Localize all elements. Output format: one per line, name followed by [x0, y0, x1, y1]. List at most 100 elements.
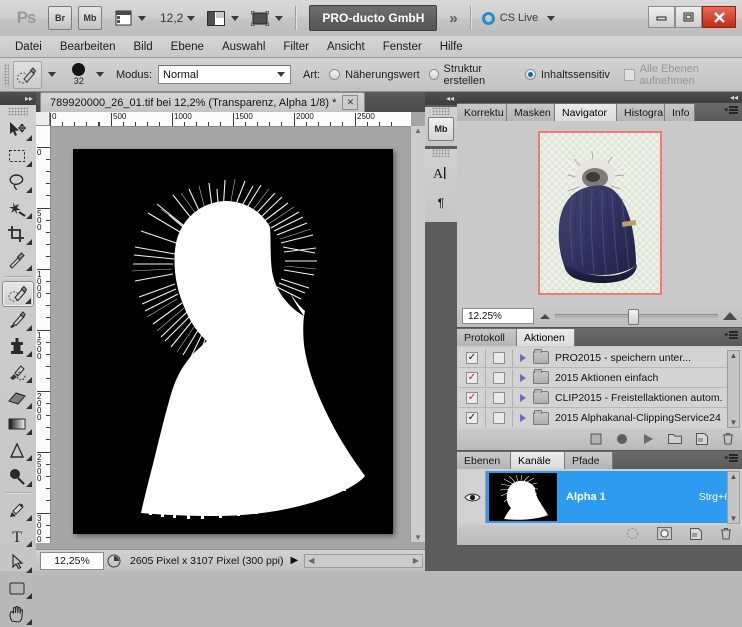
action-toggle-cell[interactable]: ✓ [459, 409, 486, 427]
tab-navigator[interactable]: Navigator [555, 104, 617, 121]
arrange-documents-icon[interactable] [205, 8, 227, 28]
create-new-action-button[interactable] [696, 433, 708, 448]
navigator-zoom-slider[interactable] [540, 309, 737, 323]
action-dialog-cell[interactable] [486, 369, 513, 387]
action-toggle-cell[interactable]: ✓ [459, 389, 486, 407]
blur-tool[interactable] [0, 437, 34, 463]
menu-ebene[interactable]: Ebene [162, 39, 213, 55]
mini-bridge-panel-icon[interactable]: Mb [428, 117, 454, 141]
icon-dock-expand-button[interactable]: ◂◂ [425, 92, 457, 105]
tab-ebenen[interactable]: Ebenen [457, 452, 511, 469]
minimize-button[interactable] [648, 6, 675, 28]
tab-protokoll[interactable]: Protokoll [457, 329, 517, 346]
canvas-alpha-mask[interactable] [73, 149, 393, 534]
tab-histogramm[interactable]: Histogra [617, 104, 665, 121]
action-dialog-cell[interactable] [486, 389, 513, 407]
brush-preset-chevron-down-icon[interactable] [96, 72, 104, 77]
zoom-level-chevron-down-icon[interactable] [187, 16, 195, 21]
action-dialog-checkbox[interactable] [493, 392, 505, 404]
table-row[interactable]: ✓ 2015 Aktionen einfach [459, 368, 740, 388]
cs-live-button[interactable]: CS Live [482, 12, 556, 25]
radio-inhaltssensitiv-control[interactable] [525, 69, 536, 80]
path-selection-tool[interactable] [0, 549, 34, 575]
play-selection-button[interactable] [642, 433, 654, 448]
delete-channel-button[interactable] [720, 527, 732, 543]
pen-tool[interactable] [0, 497, 34, 523]
channel-visibility-toggle[interactable] [459, 471, 486, 523]
action-toggle-checkbox[interactable]: ✓ [466, 392, 478, 404]
action-toggle-checkbox[interactable]: ✓ [466, 352, 478, 364]
rectangle-tool[interactable] [0, 575, 34, 601]
type-panels-grip[interactable] [432, 149, 450, 157]
mode-chevron-down-icon[interactable] [277, 72, 285, 77]
menu-ansicht[interactable]: Ansicht [318, 39, 374, 55]
navigator-zoom-track[interactable] [555, 314, 718, 318]
hand-tool[interactable] [0, 601, 34, 627]
menu-datei[interactable]: Datei [6, 39, 51, 55]
tab-aktionen[interactable]: Aktionen [517, 329, 575, 346]
create-new-channel-button[interactable] [690, 528, 702, 543]
channels-scroll-down-icon[interactable]: ▼ [730, 514, 738, 523]
options-bar-grip[interactable] [4, 64, 9, 86]
action-expand-icon[interactable] [513, 354, 533, 362]
dodge-tool[interactable] [0, 463, 34, 489]
menu-bild[interactable]: Bild [124, 39, 161, 55]
table-row[interactable]: ✓ PRO2015 - speichern unter... [459, 348, 740, 368]
table-row[interactable]: ✓ CLIP2015 - Freistellaktionen autom. [459, 388, 740, 408]
spot-healing-brush-tool[interactable] [2, 281, 34, 307]
table-row[interactable]: ✓ 2015 Alphakanal-ClippingService24 [459, 408, 740, 428]
action-dialog-cell[interactable] [486, 349, 513, 367]
cs-live-chevron-down-icon[interactable] [547, 16, 555, 21]
action-dialog-checkbox[interactable] [493, 412, 505, 424]
action-dialog-cell[interactable] [486, 409, 513, 427]
navigator-zoom-field[interactable]: 12.25% [462, 308, 534, 324]
action-expand-icon[interactable] [513, 394, 533, 402]
scroll-right-icon[interactable]: ▶ [413, 556, 419, 565]
tools-collapse-button[interactable]: ▸▸ [0, 92, 36, 105]
zoom-out-icon[interactable] [540, 314, 550, 319]
channels-panel-menu-button[interactable]: ▾ [724, 454, 738, 462]
navigator-zoom-thumb[interactable] [628, 309, 639, 325]
workspace-brand-button[interactable]: PRO-ducto GmbH [309, 5, 437, 31]
radio-struktur-erstellen[interactable]: Struktur erstellen [429, 63, 516, 87]
channels-scroll-up-icon[interactable]: ▲ [730, 472, 738, 481]
load-channel-as-selection-button[interactable] [626, 527, 639, 543]
status-zoom-field[interactable]: 12,25% [40, 552, 104, 570]
paragraph-panel-icon[interactable]: ¶ [427, 189, 455, 217]
scroll-down-icon[interactable]: ▼ [414, 533, 422, 542]
tool-preset-chevron-down-icon[interactable] [48, 72, 56, 77]
status-menu-arrow-icon[interactable]: ▶ [291, 555, 299, 566]
menu-auswahl[interactable]: Auswahl [213, 39, 274, 55]
lasso-tool[interactable] [0, 169, 34, 195]
move-tool[interactable] [0, 117, 34, 143]
action-expand-icon[interactable] [513, 414, 533, 422]
mode-select[interactable]: Normal [158, 65, 291, 84]
stop-playing-button[interactable] [590, 433, 602, 448]
canvas-viewport[interactable] [51, 127, 410, 542]
navigator-thumbnail[interactable] [538, 131, 662, 295]
save-selection-as-channel-button[interactable] [657, 527, 672, 543]
tab-pfade[interactable]: Pfade [565, 452, 613, 469]
scroll-up-icon[interactable]: ▲ [414, 126, 422, 135]
gradient-tool[interactable] [0, 411, 34, 437]
actions-panel-menu-button[interactable]: ▾ [724, 331, 738, 339]
canvas-vertical-scrollbar[interactable]: ▲ ▼ [410, 126, 425, 542]
launch-mini-bridge-button[interactable]: Mb [78, 6, 102, 30]
mini-bridge-grip[interactable] [432, 107, 450, 115]
action-dialog-checkbox[interactable] [493, 372, 505, 384]
channels-vertical-scrollbar[interactable]: ▲ ▼ [727, 471, 740, 524]
document-proxy-icon[interactable] [104, 554, 124, 568]
radio-struktur-erstellen-control[interactable] [429, 69, 439, 80]
actions-scroll-up-icon[interactable]: ▲ [730, 351, 738, 360]
tab-masken[interactable]: Masken [507, 104, 555, 121]
menu-hilfe[interactable]: Hilfe [431, 39, 472, 55]
action-toggle-cell[interactable]: ✓ [459, 349, 486, 367]
menu-filter[interactable]: Filter [274, 39, 318, 55]
screen-mode-chevron-down-icon[interactable] [275, 16, 283, 21]
action-dialog-checkbox[interactable] [493, 352, 505, 364]
view-extras-icon[interactable] [112, 8, 134, 28]
launch-bridge-button[interactable]: Br [48, 6, 72, 30]
zoom-in-icon[interactable] [723, 312, 737, 320]
close-button[interactable] [702, 6, 736, 28]
character-panel-icon[interactable]: A [427, 159, 455, 187]
